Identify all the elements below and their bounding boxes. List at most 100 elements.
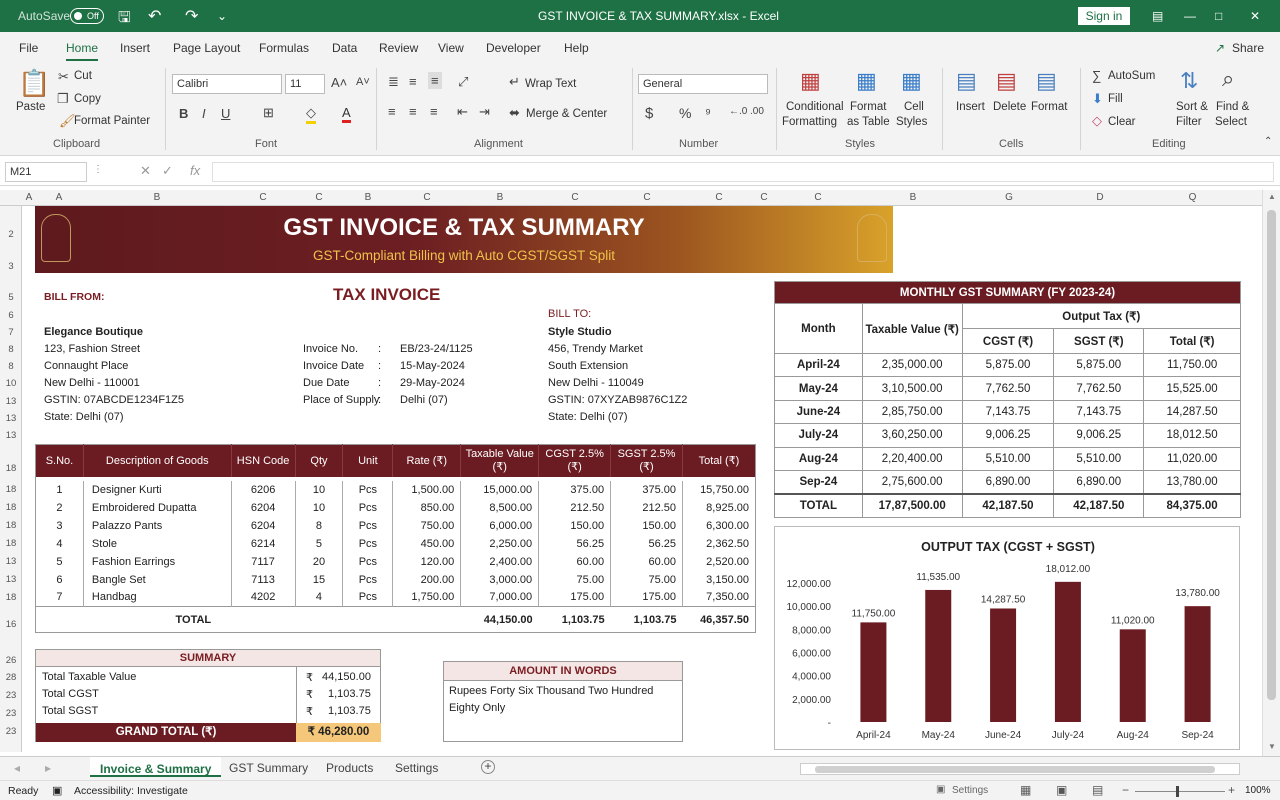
row-header[interactable]: 13 [0, 430, 22, 441]
decrease-decimal-icon[interactable]: .00 [750, 106, 764, 117]
row-header[interactable]: 6 [0, 310, 22, 321]
cell-rate[interactable]: 850.00 [392, 498, 462, 517]
horizontal-scroll-thumb[interactable] [815, 766, 1215, 773]
cell-sgst[interactable]: 375.00 [610, 480, 683, 499]
cell-styles-label2[interactable]: Styles [896, 116, 927, 128]
cell-sno[interactable]: 1 [35, 480, 84, 499]
scroll-up-icon[interactable]: ▲ [1268, 192, 1276, 201]
cell-total[interactable]: 2,520.00 [682, 553, 755, 571]
row-header[interactable]: 18 [0, 484, 22, 495]
cell-month[interactable]: June-24 [774, 399, 863, 425]
cell-taxable[interactable]: 7,000.00 [460, 588, 540, 607]
cell-sno[interactable]: 2 [35, 498, 84, 517]
maximize-icon[interactable]: □ [1215, 9, 1222, 23]
find-select-label1[interactable]: Find & [1216, 101, 1249, 113]
cell-unit[interactable]: Pcs [342, 480, 394, 499]
tab-page-layout[interactable]: Page Layout [173, 41, 240, 55]
scroll-down-icon[interactable]: ▼ [1268, 742, 1276, 751]
cell-total[interactable]: 3,150.00 [682, 571, 755, 589]
horizontal-scrollbar[interactable] [800, 763, 1240, 775]
share-button[interactable]: Share [1232, 41, 1264, 55]
cut-button[interactable]: Cut [74, 70, 92, 82]
table-row[interactable]: 2 Embroidered Dupatta 6204 10 Pcs 850.00 8,500… [35, 498, 756, 517]
cell-hsn[interactable]: 6214 [231, 534, 296, 553]
format-painter-button[interactable]: Format Painter [74, 115, 150, 127]
underline-icon[interactable]: U [221, 106, 230, 121]
prev-sheet-icon[interactable]: ◂ [14, 761, 20, 775]
comma-icon[interactable]: ⁹ [705, 105, 711, 121]
cell-cgst[interactable]: 7,762.50 [961, 376, 1055, 401]
sign-in-button[interactable]: Sign in [1078, 7, 1130, 25]
cell-styles-label1[interactable]: Cell [904, 101, 924, 113]
tab-file[interactable]: File [19, 41, 38, 55]
increase-font-icon[interactable]: A˄ [331, 75, 347, 90]
cell-cgst[interactable]: 150.00 [538, 516, 612, 535]
align-bottom-icon[interactable]: ≡ [428, 72, 442, 89]
clear-button[interactable]: Clear [1108, 116, 1135, 128]
insert-cells-icon[interactable]: ▤ [956, 68, 977, 94]
cell-sgst[interactable]: 9,006.25 [1053, 423, 1145, 448]
cell-unit[interactable]: Pcs [342, 534, 394, 553]
zoom-out-icon[interactable]: − [1122, 783, 1129, 797]
cell-sgst[interactable]: 7,762.50 [1053, 376, 1145, 401]
row-header[interactable]: 5 [0, 292, 22, 303]
cell-rate[interactable]: 450.00 [392, 534, 462, 553]
row-header[interactable]: 18 [0, 463, 22, 474]
conditional-formatting-label1[interactable]: Conditional [786, 101, 844, 113]
cell-sno[interactable]: 6 [35, 570, 84, 589]
cell-taxable[interactable]: 6,000.00 [460, 516, 540, 535]
col-header[interactable]: C [393, 192, 461, 203]
orientation-icon[interactable]: ⤢ [458, 74, 468, 90]
conditional-formatting-label2[interactable]: Formatting [782, 116, 837, 128]
table-row[interactable]: Sep-24 2,75,600.00 6,890.00 6,890.00 13,780.… [774, 469, 1241, 495]
cell-month[interactable]: Sep-24 [774, 469, 863, 495]
fill-color-icon[interactable]: ◇ [306, 105, 316, 124]
col-header[interactable]: C [683, 192, 755, 203]
cell-rate[interactable]: 1,750.00 [392, 588, 462, 607]
font-size-select[interactable]: 11 [285, 74, 325, 94]
ribbon-display-icon[interactable]: ▤ [1152, 9, 1163, 23]
save-icon[interactable]: 🖫 [118, 7, 131, 32]
currency-icon[interactable]: $ [645, 105, 653, 122]
row-header[interactable]: 18 [0, 592, 22, 603]
cell-sgst[interactable]: 5,510.00 [1053, 446, 1145, 471]
cell-cgst[interactable]: 6,890.00 [961, 469, 1055, 495]
copy-button[interactable]: Copy [74, 93, 101, 105]
decrease-indent-icon[interactable]: ⇤ [457, 104, 468, 120]
cell-total[interactable]: 11,020.00 [1143, 446, 1241, 471]
cell-hsn[interactable]: 7113 [231, 570, 296, 589]
cell-desc[interactable]: Bangle Set [83, 570, 232, 589]
col-header[interactable]: B [461, 192, 539, 203]
cell-cgst[interactable]: 7,143.75 [961, 399, 1055, 425]
undo-icon[interactable]: ↶ [148, 6, 161, 26]
tab-home[interactable]: Home [66, 41, 99, 61]
page-layout-view-icon[interactable]: ▣ [1056, 783, 1067, 797]
sheet-tab-invoice-summary[interactable]: Invoice & Summary [90, 757, 222, 777]
cell-taxable[interactable]: 3,10,500.00 [861, 376, 963, 401]
cell-sgst[interactable]: 5,875.00 [1053, 352, 1145, 378]
row-header[interactable]: 2 [0, 229, 22, 240]
cell-qty[interactable]: 15 [295, 570, 344, 589]
col-header[interactable]: A [23, 192, 35, 203]
sheet-tab-settings[interactable]: Settings [395, 761, 438, 775]
table-row[interactable]: June-24 2,85,750.00 7,143.75 7,143.75 14,287… [774, 399, 1241, 425]
row-header[interactable]: 13 [0, 396, 22, 407]
cell-total[interactable]: 13,780.00 [1143, 469, 1241, 495]
row-header[interactable]: 3 [0, 261, 22, 272]
align-right-icon[interactable]: ≡ [430, 104, 438, 119]
cell-cgst[interactable]: 75.00 [538, 570, 612, 589]
col-header[interactable]: B [343, 192, 393, 203]
sheet-tab-products[interactable]: Products [326, 761, 373, 775]
macro-record-icon[interactable]: ▣ [52, 784, 62, 797]
col-header[interactable]: A [35, 192, 83, 203]
cell-desc[interactable]: Fashion Earrings [83, 552, 232, 571]
col-header[interactable]: C [231, 192, 295, 203]
tab-data[interactable]: Data [332, 41, 357, 55]
cell-sno[interactable]: 3 [35, 516, 84, 535]
cell-taxable[interactable]: 2,250.00 [460, 534, 540, 553]
cell-month[interactable]: Aug-24 [774, 446, 863, 471]
bold-icon[interactable]: B [179, 106, 188, 121]
vertical-scroll-thumb[interactable] [1267, 210, 1276, 700]
cell-total[interactable]: 15,525.00 [1143, 376, 1241, 401]
table-row[interactable]: Aug-24 2,20,400.00 5,510.00 5,510.00 11,020.… [774, 446, 1241, 471]
